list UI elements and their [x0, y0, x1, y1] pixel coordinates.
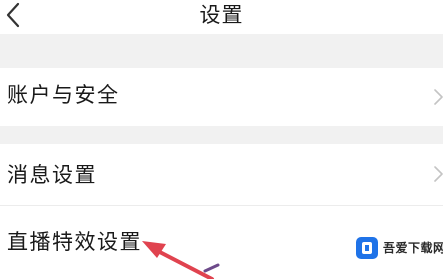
settings-item-account-security[interactable]: 账户与安全	[0, 68, 443, 126]
section-gap	[0, 126, 443, 144]
settings-screen: 设置 账户与安全 消息设置 直播特效设置 吾爱下载网	[0, 0, 443, 279]
page-title: 设置	[199, 3, 244, 27]
chevron-right-icon	[434, 89, 443, 105]
chevron-right-icon	[434, 166, 443, 182]
settings-item-label: 账户与安全	[7, 83, 120, 107]
watermark: 吾爱下载网	[350, 236, 443, 262]
settings-item-label: 消息设置	[7, 163, 97, 187]
section-gap	[0, 34, 443, 68]
watermark-text: 吾爱下载网	[383, 241, 443, 255]
settings-item-message-settings[interactable]: 消息设置	[0, 144, 443, 205]
top-nav-bar: 设置	[0, 0, 443, 34]
settings-item-label: 直播特效设置	[7, 230, 142, 254]
site-logo-icon	[356, 237, 378, 259]
chevron-left-icon[interactable]	[2, 1, 26, 29]
